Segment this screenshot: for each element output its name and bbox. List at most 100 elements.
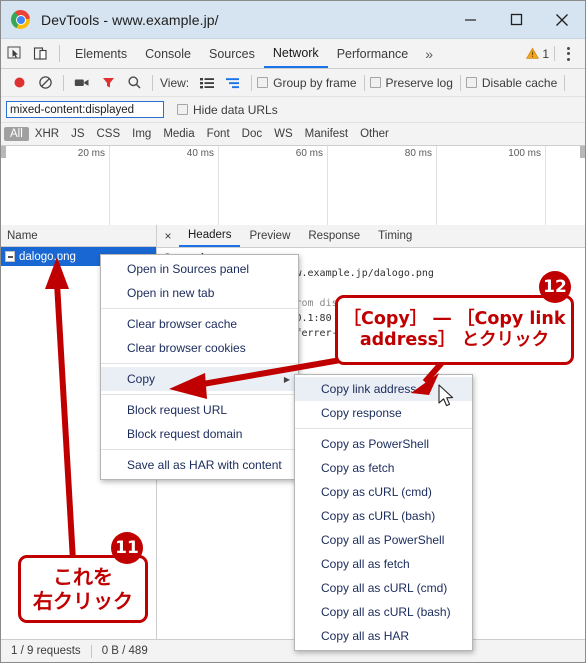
search-magnifier-icon[interactable] bbox=[121, 71, 147, 95]
overview-tick-label: 80 ms bbox=[404, 148, 432, 159]
funnel-filter-icon[interactable] bbox=[95, 71, 121, 95]
type-filter-doc[interactable]: Doc bbox=[236, 127, 268, 141]
checkbox-box[interactable] bbox=[177, 104, 188, 115]
menu-item-clear-browser-cache[interactable]: Clear browser cache bbox=[101, 312, 298, 336]
toolbar-divider-4 bbox=[363, 74, 365, 91]
overview-gridline bbox=[545, 146, 546, 226]
type-filter-all[interactable]: All bbox=[4, 127, 29, 141]
type-filter-js[interactable]: JS bbox=[65, 127, 90, 141]
checkbox-preserve-log[interactable]: Preserve log bbox=[369, 76, 453, 90]
maximize-icon[interactable] bbox=[493, 1, 539, 38]
view-label: View: bbox=[160, 75, 190, 90]
inspect-element-icon[interactable] bbox=[1, 41, 27, 67]
tab-timing[interactable]: Timing bbox=[369, 225, 421, 247]
filter-row: mixed-content:displayed Hide data URLs bbox=[1, 97, 585, 123]
tabbar-divider bbox=[59, 45, 60, 62]
close-detail-icon[interactable]: × bbox=[157, 225, 179, 247]
callout-11-line2: 右クリック bbox=[33, 589, 133, 613]
devtools-window: DevTools - www.example.jp/ Elements Cons… bbox=[0, 0, 586, 663]
menu-item-copy-as-fetch[interactable]: Copy as fetch bbox=[295, 456, 472, 480]
menu-item-copy-as-powershell[interactable]: Copy as PowerShell bbox=[295, 432, 472, 456]
callout-11-line1: これを bbox=[53, 564, 113, 589]
filter-input[interactable]: mixed-content:displayed bbox=[6, 101, 164, 118]
tab-headers[interactable]: Headers bbox=[179, 225, 241, 247]
tab-response[interactable]: Response bbox=[299, 225, 369, 247]
menu-separator bbox=[101, 394, 298, 395]
checkbox-label: Group by frame bbox=[273, 75, 357, 90]
close-icon[interactable] bbox=[539, 1, 585, 38]
type-filter-font[interactable]: Font bbox=[201, 127, 236, 141]
callout-11: これを 右クリック bbox=[18, 555, 148, 623]
tab-preview[interactable]: Preview bbox=[240, 225, 299, 247]
list-view-icon[interactable] bbox=[194, 71, 220, 95]
menu-item-copy-all-as-curl-bash[interactable]: Copy all as cURL (bash) bbox=[295, 600, 472, 624]
menu-item-copy-as-curl-cmd[interactable]: Copy as cURL (cmd) bbox=[295, 480, 472, 504]
type-filter-manifest[interactable]: Manifest bbox=[299, 127, 354, 141]
tab-sources[interactable]: Sources bbox=[200, 39, 264, 68]
menu-item-block-request-url[interactable]: Block request URL bbox=[101, 398, 298, 422]
menu-separator bbox=[101, 308, 298, 309]
minimize-icon[interactable] bbox=[447, 1, 493, 38]
overview-tick-label: 20 ms bbox=[77, 148, 105, 159]
more-tabs-icon[interactable]: » bbox=[417, 46, 441, 62]
type-filter-css[interactable]: CSS bbox=[90, 127, 126, 141]
tab-network[interactable]: Network bbox=[263, 39, 328, 68]
menu-item-open-in-sources-panel[interactable]: Open in Sources panel bbox=[101, 257, 298, 281]
more-options-icon[interactable] bbox=[557, 39, 579, 68]
checkbox-box[interactable] bbox=[369, 77, 381, 88]
network-toolbar: View: Group by frame Preserve log Disabl… bbox=[1, 69, 585, 97]
menu-item-block-request-domain[interactable]: Block request domain bbox=[101, 422, 298, 446]
type-filter-img[interactable]: Img bbox=[126, 127, 157, 141]
requests-column-header[interactable]: Name bbox=[1, 225, 156, 247]
checkbox-label: Hide data URLs bbox=[193, 102, 278, 117]
tab-performance[interactable]: Performance bbox=[328, 39, 418, 68]
device-toolbar-icon[interactable] bbox=[27, 41, 53, 67]
request-context-menu[interactable]: Open in Sources panel Open in new tab Cl… bbox=[100, 254, 299, 480]
type-filter-ws[interactable]: WS bbox=[268, 127, 299, 141]
window-controls bbox=[447, 1, 585, 38]
badge-11: 11 bbox=[111, 532, 143, 564]
overview-left-handle[interactable] bbox=[1, 146, 6, 158]
checkbox-hide-data-urls[interactable]: Hide data URLs bbox=[177, 103, 278, 117]
menu-item-copy-as-curl-bash[interactable]: Copy as cURL (bash) bbox=[295, 504, 472, 528]
network-overview-timeline[interactable]: 20 ms 40 ms 60 ms 80 ms 100 ms bbox=[1, 146, 585, 227]
panel-tabs: Elements Console Sources Network Perform… bbox=[66, 39, 417, 68]
clear-no-entry-icon[interactable] bbox=[32, 71, 58, 95]
toolbar-divider-1 bbox=[63, 74, 64, 91]
menu-item-open-in-new-tab[interactable]: Open in new tab bbox=[101, 281, 298, 305]
tabbar-right-divider bbox=[554, 46, 555, 61]
overview-right-handle[interactable] bbox=[580, 146, 585, 158]
status-requests-count: 1 / 9 requests bbox=[11, 645, 81, 657]
record-circle-icon[interactable] bbox=[6, 71, 32, 95]
menu-item-save-all-as-har-with-content[interactable]: Save all as HAR with content bbox=[101, 453, 298, 477]
menu-separator bbox=[101, 363, 298, 364]
menu-item-copy[interactable]: Copy ▶ bbox=[101, 367, 298, 391]
menu-item-copy-all-as-curl-cmd[interactable]: Copy all as cURL (cmd) bbox=[295, 576, 472, 600]
warning-indicator[interactable]: 1 bbox=[526, 39, 549, 68]
toolbar-divider-5 bbox=[459, 74, 461, 91]
menu-separator bbox=[295, 428, 472, 429]
menu-item-clear-browser-cookies[interactable]: Clear browser cookies bbox=[101, 336, 298, 360]
checkbox-group-by-frame[interactable]: Group by frame bbox=[257, 75, 357, 90]
checkbox-disable-cache[interactable]: Disable cache bbox=[465, 76, 557, 90]
camera-icon[interactable] bbox=[69, 71, 95, 95]
checkbox-box[interactable] bbox=[257, 77, 269, 88]
menu-item-label: Copy bbox=[127, 372, 156, 386]
tab-console[interactable]: Console bbox=[136, 39, 200, 68]
toolbar-divider-2 bbox=[152, 74, 153, 91]
type-filter-media[interactable]: Media bbox=[157, 127, 200, 141]
tab-elements[interactable]: Elements bbox=[66, 39, 136, 68]
checkbox-box[interactable] bbox=[465, 77, 477, 88]
chevron-right-icon: ▶ bbox=[283, 374, 290, 384]
overview-gridline bbox=[109, 146, 110, 226]
menu-item-copy-all-as-fetch[interactable]: Copy all as fetch bbox=[295, 552, 472, 576]
title-bar: DevTools - www.example.jp/ bbox=[1, 1, 585, 39]
copy-submenu[interactable]: Copy link address Copy response Copy as … bbox=[294, 374, 473, 651]
waterfall-view-icon[interactable] bbox=[220, 71, 246, 95]
type-filter-other[interactable]: Other bbox=[354, 127, 395, 141]
overview-tick-label: 40 ms bbox=[186, 148, 214, 159]
menu-item-copy-all-as-powershell[interactable]: Copy all as PowerShell bbox=[295, 528, 472, 552]
menu-item-copy-all-as-har[interactable]: Copy all as HAR bbox=[295, 624, 472, 648]
type-filter-xhr[interactable]: XHR bbox=[29, 127, 65, 141]
warning-count: 1 bbox=[542, 46, 549, 61]
